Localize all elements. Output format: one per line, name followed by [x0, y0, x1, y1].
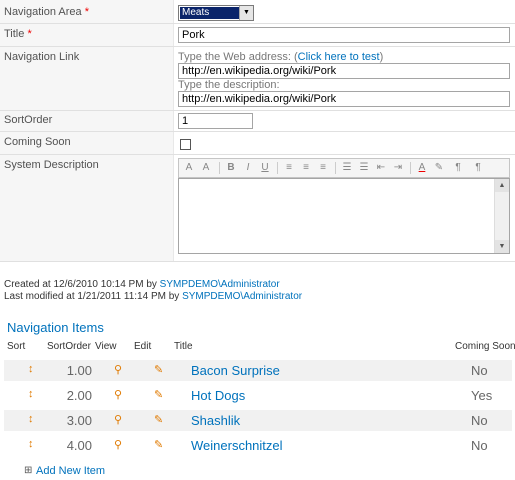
- rtl-icon[interactable]: ¶: [471, 161, 485, 175]
- row-divider: [0, 261, 515, 262]
- sort-arrows-icon[interactable]: ↕: [28, 363, 34, 375]
- font-size-icon[interactable]: A: [199, 161, 213, 175]
- row-divider: [0, 46, 515, 47]
- coming-soon-value: No: [471, 363, 488, 378]
- text-color-icon[interactable]: A: [415, 161, 429, 175]
- toolbar-divider: [410, 162, 411, 174]
- toolbar-divider: [277, 162, 278, 174]
- italic-icon[interactable]: I: [241, 161, 255, 175]
- row-divider: [0, 131, 515, 132]
- navigation-area-label: Navigation Area *: [4, 6, 90, 18]
- item-title-link[interactable]: Bacon Surprise: [191, 363, 280, 378]
- sort-order-value: 4.00: [66, 438, 92, 453]
- sort-order-label: SortOrder: [4, 114, 53, 126]
- table-row: ↕ 1.00 ⚲ ✎ Bacon Surprise No: [4, 360, 512, 381]
- rich-text-toolbar: A A B I U ≡ ≡ ≡ ☰ ☰ ⇤ ⇥ A ✎ ¶ ¶: [178, 158, 510, 178]
- coming-soon-label: Coming Soon: [4, 136, 71, 148]
- sort-order-value: 1.00: [66, 363, 92, 378]
- description-hint: Type the description:: [178, 79, 280, 91]
- align-right-icon[interactable]: ≡: [316, 161, 330, 175]
- toolbar-divider: [219, 162, 220, 174]
- sort-arrows-icon[interactable]: ↕: [28, 413, 34, 425]
- coming-soon-value: No: [471, 413, 488, 428]
- add-new-item-link[interactable]: Add New Item: [36, 465, 105, 477]
- scroll-up-icon[interactable]: ▲: [495, 179, 509, 192]
- outdent-icon[interactable]: ⇤: [374, 161, 388, 175]
- table-row: ↕ 3.00 ⚲ ✎ Shashlik No: [4, 410, 512, 431]
- sort-arrows-icon[interactable]: ↕: [28, 438, 34, 450]
- view-icon[interactable]: ⚲: [114, 363, 122, 376]
- created-by-link[interactable]: SYMPDEMO\Administrator: [160, 279, 280, 290]
- navigation-area-value: Meats: [180, 7, 239, 19]
- edit-icon[interactable]: ✎: [154, 413, 163, 426]
- toolbar-divider: [335, 162, 336, 174]
- navigation-area-select[interactable]: Meats ▼: [178, 5, 254, 21]
- coming-soon-value: Yes: [471, 388, 493, 403]
- edit-icon[interactable]: ✎: [154, 438, 163, 451]
- editor-scrollbar[interactable]: ▲ ▼: [494, 179, 509, 253]
- coming-soon-checkbox[interactable]: [180, 139, 191, 150]
- title-input[interactable]: Pork: [178, 27, 510, 43]
- title-label: Title *: [4, 28, 32, 40]
- required-mark: *: [27, 28, 32, 40]
- created-info: Created at 12/6/2010 10:14 PM by SYMPDEM…: [4, 279, 280, 290]
- bullet-list-icon[interactable]: ☰: [357, 161, 371, 175]
- system-description-label: System Description: [4, 159, 99, 171]
- row-divider: [0, 110, 515, 111]
- bold-icon[interactable]: B: [224, 161, 238, 175]
- scroll-down-icon[interactable]: ▼: [495, 240, 509, 253]
- numbered-list-icon[interactable]: ☰: [340, 161, 354, 175]
- edit-icon[interactable]: ✎: [154, 363, 163, 376]
- add-icon[interactable]: ⊞: [24, 465, 32, 476]
- item-title-link[interactable]: Weinerschnitzel: [191, 438, 283, 453]
- navigation-link-label: Navigation Link: [4, 51, 80, 63]
- chevron-down-icon[interactable]: ▼: [239, 6, 253, 20]
- view-icon[interactable]: ⚲: [114, 438, 122, 451]
- highlight-icon[interactable]: ✎: [432, 161, 446, 175]
- sort-order-value: 2.00: [66, 388, 92, 403]
- column-header-sort[interactable]: Sort: [7, 341, 25, 352]
- navigation-items-title: Navigation Items: [7, 320, 104, 335]
- view-icon[interactable]: ⚲: [114, 413, 122, 426]
- test-link[interactable]: Click here to test: [298, 51, 380, 63]
- column-header-sort-order[interactable]: SortOrder: [47, 341, 91, 352]
- system-description-editor[interactable]: ▲ ▼: [178, 178, 510, 254]
- indent-icon[interactable]: ⇥: [391, 161, 405, 175]
- edit-icon[interactable]: ✎: [154, 388, 163, 401]
- required-mark: *: [84, 6, 90, 18]
- align-left-icon[interactable]: ≡: [282, 161, 296, 175]
- column-header-view[interactable]: View: [95, 341, 117, 352]
- sort-order-input[interactable]: 1: [178, 113, 253, 129]
- table-row: ↕ 4.00 ⚲ ✎ Weinerschnitzel No: [4, 435, 512, 456]
- column-header-title[interactable]: Title: [174, 341, 193, 352]
- view-icon[interactable]: ⚲: [114, 388, 122, 401]
- underline-icon[interactable]: U: [258, 161, 272, 175]
- row-divider: [0, 23, 515, 24]
- sort-order-value: 3.00: [66, 413, 92, 428]
- font-icon[interactable]: A: [182, 161, 196, 175]
- description-input[interactable]: http://en.wikipedia.org/wiki/Pork: [178, 91, 510, 107]
- coming-soon-value: No: [471, 438, 488, 453]
- column-header-edit[interactable]: Edit: [134, 341, 151, 352]
- align-center-icon[interactable]: ≡: [299, 161, 313, 175]
- sort-arrows-icon[interactable]: ↕: [28, 388, 34, 400]
- web-address-hint: Type the Web address: (Click here to tes…: [178, 51, 384, 63]
- modified-info: Last modified at 1/21/2011 11:14 PM by S…: [4, 291, 303, 302]
- item-title-link[interactable]: Shashlik: [191, 413, 240, 428]
- item-title-link[interactable]: Hot Dogs: [191, 388, 245, 403]
- table-row: ↕ 2.00 ⚲ ✎ Hot Dogs Yes: [4, 385, 512, 406]
- column-header-coming-soon[interactable]: Coming Soon: [455, 341, 515, 352]
- row-divider: [0, 154, 515, 155]
- ltr-icon[interactable]: ¶: [451, 161, 465, 175]
- modified-by-link[interactable]: SYMPDEMO\Administrator: [182, 291, 302, 302]
- web-address-input[interactable]: http://en.wikipedia.org/wiki/Pork: [178, 63, 510, 79]
